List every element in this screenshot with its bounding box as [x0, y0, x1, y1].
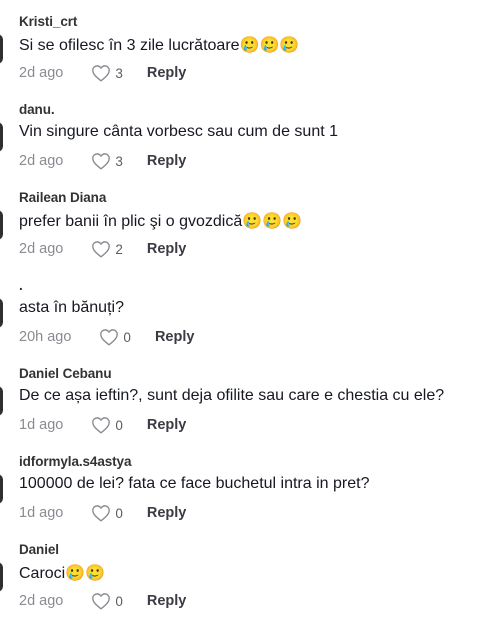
avatar[interactable] — [0, 474, 3, 504]
comment-item: danu. Vin singure cânta vorbesc sau cum … — [0, 100, 499, 188]
comment-time: 1d ago — [19, 505, 64, 521]
heart-icon — [92, 417, 111, 434]
comment-meta: 1d ago 0 Reply — [19, 415, 186, 435]
comment-time: 1d ago — [19, 417, 64, 433]
comment-time: 2d ago — [19, 65, 64, 81]
heart-icon — [92, 153, 111, 170]
comment-item: Daniel Caroci🥲🥲 2d ago 0 Reply — [0, 540, 499, 619]
comment-username[interactable]: idformyla.s4astya — [19, 454, 131, 469]
comment-username[interactable]: danu. — [19, 102, 55, 117]
comment-meta: 2d ago 3 Reply — [19, 151, 186, 171]
comment-time: 2d ago — [19, 241, 64, 257]
heart-icon — [100, 329, 119, 346]
reply-button[interactable]: Reply — [147, 505, 187, 521]
like-button[interactable]: 3 — [91, 152, 123, 170]
reply-button[interactable]: Reply — [147, 241, 187, 257]
avatar[interactable] — [0, 562, 3, 592]
like-button[interactable]: 0 — [91, 416, 123, 434]
like-count: 0 — [115, 505, 123, 521]
comment-username[interactable]: Daniel Cebanu — [19, 366, 112, 381]
comment-text: asta în bănuți? — [19, 299, 124, 316]
like-count: 3 — [115, 65, 123, 81]
like-button[interactable]: 0 — [99, 328, 131, 346]
heart-icon — [92, 505, 111, 522]
comment-text: 100000 de lei? fata ce face buchetul int… — [19, 475, 370, 492]
like-count: 0 — [123, 329, 131, 345]
comment-item: Railean Diana prefer banii în plic şi o … — [0, 188, 499, 276]
comment-meta: 20h ago 0 Reply — [19, 327, 194, 347]
comment-text: Vin singure cânta vorbesc sau cum de sun… — [19, 123, 338, 140]
like-count: 0 — [115, 593, 123, 609]
avatar[interactable] — [0, 122, 3, 152]
avatar[interactable] — [0, 210, 3, 240]
comment-time: 2d ago — [19, 593, 64, 609]
like-button[interactable]: 0 — [91, 592, 123, 610]
comment-username[interactable]: . — [19, 278, 23, 293]
comment-meta: 2d ago 3 Reply — [19, 63, 186, 83]
comment-item: Kristi_crt Si se ofilesc în 3 zile lucră… — [0, 12, 499, 100]
heart-icon — [92, 593, 111, 610]
reply-button[interactable]: Reply — [147, 153, 187, 169]
like-count: 0 — [115, 417, 123, 433]
reply-button[interactable]: Reply — [147, 593, 187, 609]
comment-time: 20h ago — [19, 329, 72, 345]
like-button[interactable]: 3 — [91, 64, 123, 82]
comment-text: prefer banii în plic şi o gvozdică🥲🥲🥲 — [19, 213, 302, 230]
comment-item: idformyla.s4astya 100000 de lei? fata ce… — [0, 452, 499, 540]
comment-username[interactable]: Railean Diana — [19, 190, 106, 205]
comment-text: Caroci🥲🥲 — [19, 565, 106, 582]
reply-button[interactable]: Reply — [155, 329, 195, 345]
heart-icon — [92, 241, 111, 258]
heart-icon — [92, 65, 111, 82]
comment-item: . asta în bănuți? 20h ago 0 Reply — [0, 276, 499, 364]
comment-username[interactable]: Kristi_crt — [19, 14, 77, 29]
comment-meta: 2d ago 2 Reply — [19, 239, 186, 259]
avatar[interactable] — [0, 298, 3, 328]
reply-button[interactable]: Reply — [147, 65, 187, 81]
comment-item: Daniel Cebanu De ce așa ieftin?, sunt de… — [0, 364, 499, 452]
like-button[interactable]: 0 — [91, 504, 123, 522]
comment-meta: 1d ago 0 Reply — [19, 503, 186, 523]
comment-time: 2d ago — [19, 153, 64, 169]
like-count: 2 — [115, 241, 123, 257]
reply-button[interactable]: Reply — [147, 417, 187, 433]
comment-username[interactable]: Daniel — [19, 542, 59, 557]
avatar[interactable] — [0, 386, 3, 416]
comment-meta: 2d ago 0 Reply — [19, 591, 186, 611]
comment-text: De ce așa ieftin?, sunt deja ofilite sau… — [19, 387, 445, 404]
like-count: 3 — [115, 153, 123, 169]
avatar[interactable] — [0, 34, 3, 64]
comment-text: Si se ofilesc în 3 zile lucrătoare🥲🥲🥲 — [19, 37, 300, 54]
like-button[interactable]: 2 — [91, 240, 123, 258]
